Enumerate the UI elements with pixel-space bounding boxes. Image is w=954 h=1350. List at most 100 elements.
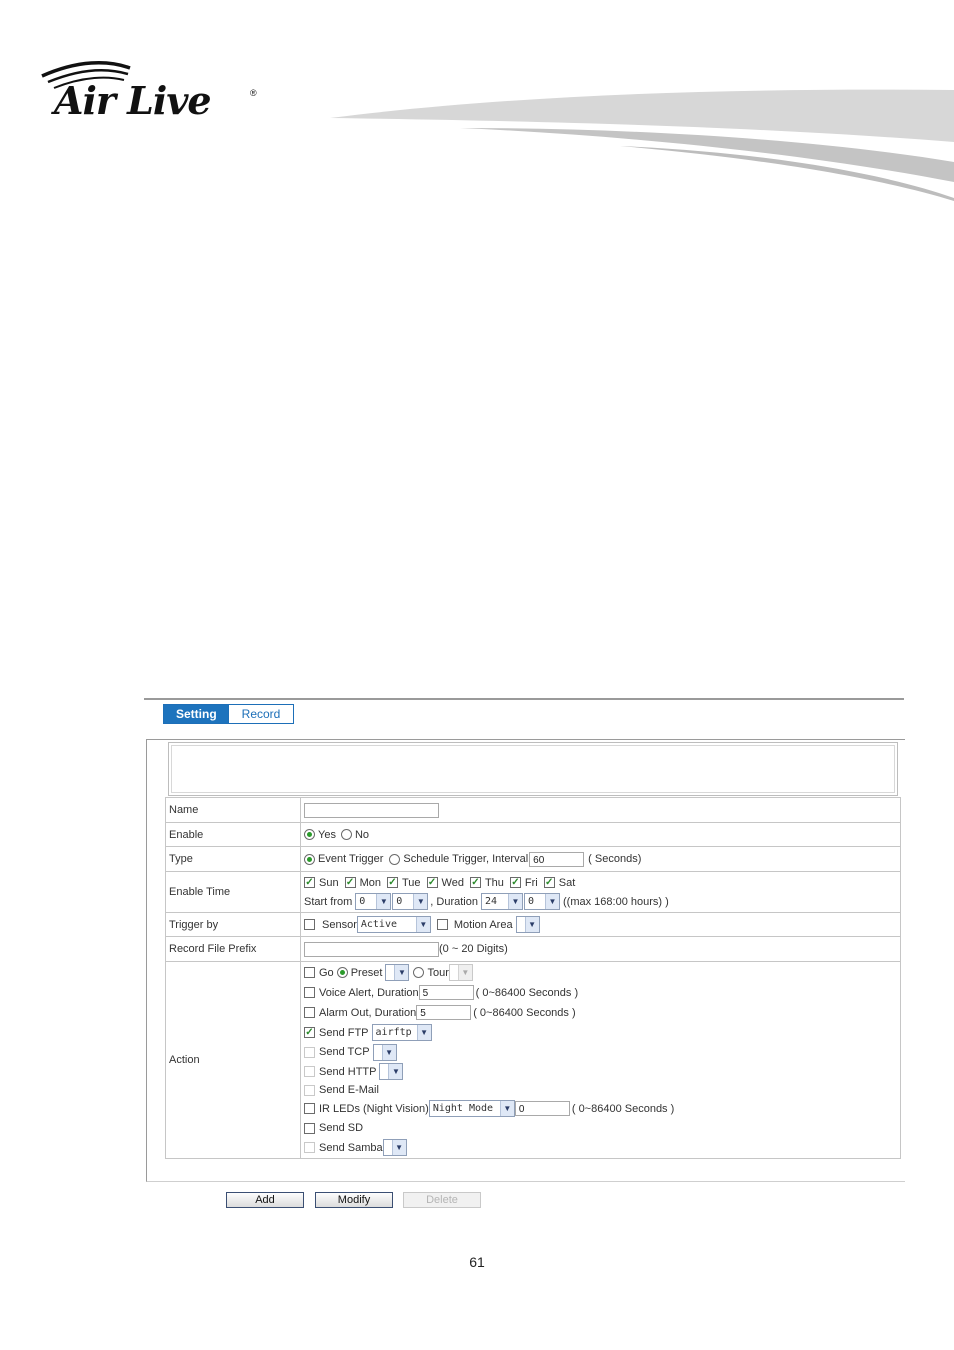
day-tue-label: Tue [401, 876, 421, 889]
voice-duration-note: ( 0~86400 Seconds ) [475, 986, 579, 999]
page-number: 61 [469, 1254, 485, 1270]
interval-input[interactable]: 60 [529, 851, 585, 867]
name-input[interactable] [304, 802, 439, 818]
chevron-down-icon: ▼ [457, 965, 472, 980]
motion-area-checkbox[interactable] [436, 919, 448, 930]
day-thu-checkbox[interactable]: ✓ [469, 877, 481, 888]
day-sun-checkbox[interactable]: ✓ [304, 877, 315, 888]
voice-alert-checkbox[interactable] [304, 987, 315, 998]
modify-button[interactable]: Modify [315, 1192, 393, 1208]
tour-label: Tour [427, 966, 449, 979]
voice-duration-input[interactable]: 5 [418, 985, 474, 1000]
preset-label: Preset [350, 966, 383, 979]
chevron-down-icon: ▼ [391, 1140, 406, 1155]
tab-setting[interactable]: Setting [163, 704, 229, 724]
name-label: Name [165, 797, 301, 823]
enable-yes-radio[interactable] [304, 829, 315, 840]
add-button[interactable]: Add [226, 1192, 304, 1208]
chevron-down-icon: ▼ [415, 917, 430, 932]
alarm-duration-note: ( 0~86400 Seconds ) [473, 1006, 576, 1019]
chevron-down-icon: ▼ [388, 1064, 403, 1079]
day-fri-label: Fri [524, 876, 538, 889]
registered-mark: ® [250, 88, 257, 98]
schedule-trigger-radio[interactable] [389, 853, 401, 865]
trigger-by-label: Trigger by [165, 912, 301, 937]
action-label: Action [165, 961, 301, 1159]
record-prefix-note: (0 ~ 20 Digits) [439, 943, 508, 955]
tcp-select[interactable]: ▼ [372, 1043, 397, 1061]
duration-hour-select[interactable]: 24 ▼ [481, 893, 523, 910]
send-ftp-checkbox[interactable]: ✓ [304, 1027, 315, 1038]
sensor-select[interactable]: Active ▼ [356, 916, 431, 933]
day-mon-checkbox[interactable]: ✓ [344, 877, 356, 888]
ftp-select[interactable]: airftp ▼ [371, 1024, 432, 1041]
day-sun-label: Sun [319, 876, 339, 889]
event-list-box[interactable] [168, 742, 898, 796]
ir-mode-select[interactable]: Night Mode ▼ [428, 1100, 515, 1117]
send-tcp-checkbox[interactable] [304, 1046, 315, 1058]
preset-radio[interactable] [336, 967, 348, 978]
chevron-down-icon: ▼ [376, 894, 391, 909]
alarm-duration-input[interactable]: 5 [416, 1005, 472, 1020]
send-sd-label: Send SD [319, 1122, 364, 1134]
chevron-down-icon: ▼ [381, 1044, 396, 1060]
tab-bar: Setting Record [163, 704, 294, 724]
send-samba-checkbox[interactable] [304, 1142, 315, 1153]
day-sat-label: Sat [558, 876, 576, 889]
header-swoosh-graphic [330, 89, 954, 201]
start-from-label: Start from [304, 895, 353, 908]
motion-area-label: Motion Area [453, 918, 513, 931]
alarm-out-label: Alarm Out, Duration [319, 1006, 417, 1019]
duration-label: , Duration [430, 895, 478, 908]
ir-leds-label: IR LEDs (Night Vision) [319, 1102, 429, 1115]
send-samba-label: Send Samba [319, 1141, 383, 1154]
delete-button[interactable]: Delete [403, 1192, 481, 1208]
record-prefix-input[interactable] [304, 941, 439, 957]
day-thu-label: Thu [484, 876, 504, 889]
go-checkbox[interactable] [304, 967, 315, 978]
samba-select[interactable]: ▼ [382, 1139, 407, 1156]
interval-unit: ( Seconds) [588, 853, 642, 865]
sensor-label: Sensor [322, 918, 357, 931]
send-http-checkbox[interactable] [304, 1066, 315, 1077]
send-email-label: Send E-Mail [319, 1084, 379, 1096]
duration-minute-select[interactable]: 0 ▼ [524, 893, 560, 910]
enable-no-radio[interactable] [340, 829, 352, 840]
event-trigger-radio[interactable] [304, 853, 315, 865]
row-enable: Enable Yes No [165, 822, 901, 847]
day-mon-label: Mon [359, 876, 381, 889]
go-label: Go [319, 966, 334, 979]
day-wed-checkbox[interactable]: ✓ [426, 877, 438, 888]
brand-logo: Air Live [54, 78, 212, 123]
tour-radio[interactable] [413, 967, 425, 978]
sensor-checkbox[interactable] [304, 919, 315, 930]
day-wed-label: Wed [441, 876, 464, 889]
send-sd-checkbox[interactable] [304, 1122, 315, 1134]
enable-yes-label: Yes [318, 828, 336, 841]
tab-record[interactable]: Record [229, 704, 294, 724]
day-tue-checkbox[interactable]: ✓ [386, 877, 398, 888]
row-name: Name [165, 797, 901, 823]
tour-select[interactable]: ▼ [448, 964, 473, 981]
send-ftp-label: Send FTP [319, 1026, 369, 1039]
chevron-down-icon: ▼ [413, 894, 428, 909]
ir-leds-checkbox[interactable] [304, 1103, 315, 1114]
ir-duration-note: ( 0~86400 Seconds ) [571, 1102, 675, 1115]
preset-select[interactable]: ▼ [385, 964, 410, 981]
start-hour-select[interactable]: 0 ▼ [355, 893, 392, 910]
record-prefix-label: Record File Prefix [165, 936, 301, 962]
send-http-label: Send HTTP [319, 1065, 377, 1078]
schedule-trigger-label: Schedule Trigger, Interval [403, 853, 529, 865]
alarm-out-checkbox[interactable] [304, 1007, 315, 1018]
day-fri-checkbox[interactable]: ✓ [509, 877, 521, 888]
row-trigger-by: Trigger by Sensor Active ▼ Motion Area ▼ [165, 912, 901, 937]
motion-area-select[interactable]: ▼ [515, 916, 540, 933]
send-email-checkbox[interactable] [304, 1084, 315, 1096]
http-select[interactable]: ▼ [379, 1063, 404, 1080]
day-sat-checkbox[interactable]: ✓ [543, 877, 555, 888]
send-tcp-label: Send TCP [319, 1046, 370, 1058]
row-type: Type Event Trigger Schedule Trigger, Int… [165, 846, 901, 872]
start-minute-select[interactable]: 0 ▼ [392, 893, 429, 910]
ir-duration-input[interactable]: 0 [514, 1101, 570, 1116]
event-trigger-label: Event Trigger [318, 853, 384, 865]
